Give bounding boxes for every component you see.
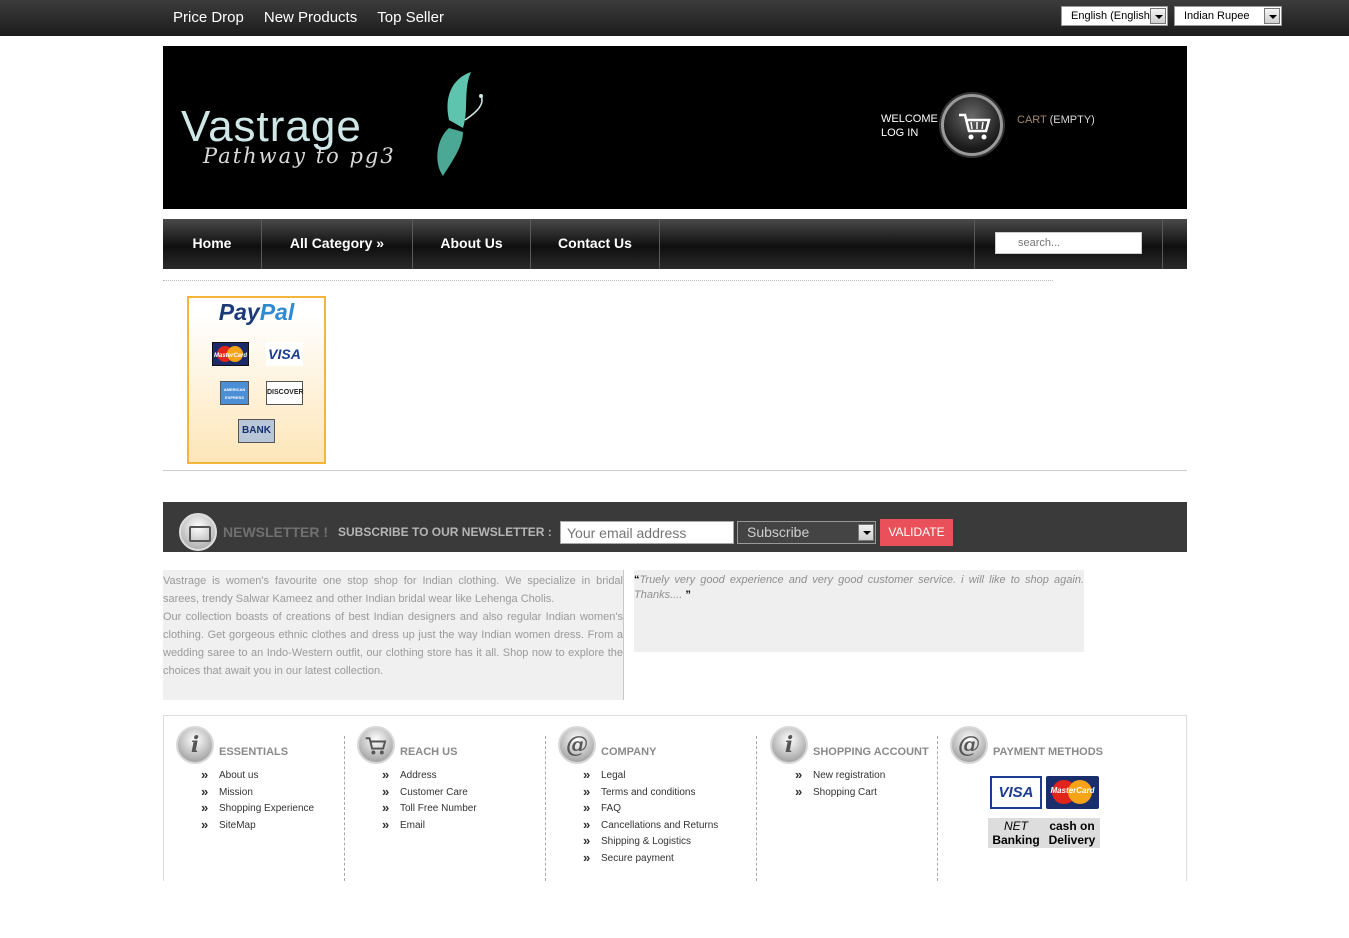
footer-links: New registration Shopping Cart <box>795 767 885 804</box>
site-header: Vastrage Pathway to pg3 WELCOME LOG IN C… <box>163 46 1187 209</box>
main-nav: Home All Category » About Us Contact Us <box>163 219 1187 269</box>
subscribe-select[interactable]: Subscribe <box>737 521 876 544</box>
language-select[interactable]: English (English) <box>1061 6 1168 26</box>
nav-all-category[interactable]: All Category » <box>262 219 413 269</box>
nav-home[interactable]: Home <box>163 219 262 269</box>
footer-link[interactable]: Toll Free Number <box>382 800 477 820</box>
cart-icon <box>959 113 991 140</box>
cart-button[interactable] <box>941 94 1003 156</box>
footer-link[interactable]: Customer Care <box>382 784 477 804</box>
footer-column-company: @ COMPANY Legal Terms and conditions FAQ… <box>558 726 758 881</box>
language-select-value: English (English) <box>1071 10 1154 22</box>
info-icon: i <box>770 726 808 764</box>
bank-icon: BANK <box>238 419 275 443</box>
footer-link[interactable]: Mission <box>201 784 314 804</box>
envelope-icon <box>179 513 217 551</box>
divider <box>545 736 546 881</box>
search-input[interactable] <box>995 232 1142 254</box>
validate-button[interactable]: VALIDATE <box>880 519 953 546</box>
visa-icon: VISA <box>266 342 303 366</box>
footer-column-title: ESSENTIALS <box>219 746 289 758</box>
cart-icon <box>365 737 387 755</box>
footer-column-essentials: i ESSENTIALS About us Mission Shopping E… <box>176 726 346 881</box>
search-box <box>974 219 1163 269</box>
nav-contact-us[interactable]: Contact Us <box>531 219 660 269</box>
footer-link[interactable]: Cancellations and Returns <box>583 817 718 837</box>
mastercard-icon: MasterCard <box>212 342 249 366</box>
footer-link[interactable]: Shopping Cart <box>795 784 885 804</box>
footer-link[interactable]: Shopping Experience <box>201 800 314 820</box>
about-text-block: Vastrage is women's favourite one stop s… <box>163 570 624 700</box>
logo-tagline: Pathway to pg3 <box>203 144 396 168</box>
currency-select-value: Indian Rupee <box>1184 10 1250 22</box>
subscribe-select-value: Subscribe <box>747 524 810 540</box>
footer-link[interactable]: Terms and conditions <box>583 784 718 804</box>
footer-column-title: REACH US <box>400 746 458 758</box>
about-paragraph: Our collection boasts of creations of be… <box>163 611 623 677</box>
currency-select[interactable]: Indian Rupee <box>1174 6 1282 26</box>
welcome-block: WELCOME LOG IN <box>881 112 938 140</box>
footer-links: Legal Terms and conditions FAQ Cancellat… <box>583 767 718 870</box>
footer-link[interactable]: Secure payment <box>583 850 718 870</box>
new-products-link[interactable]: New Products <box>264 9 357 26</box>
testimonial: “Truely very good experience and very go… <box>634 570 1084 652</box>
cash-on-delivery-badge: cash on Delivery <box>1044 818 1100 848</box>
site-logo[interactable]: Vastrage Pathway to pg3 <box>181 72 501 182</box>
top-links: Price Drop New Products Top Seller <box>173 9 444 26</box>
footer-column-title: SHOPPING ACCOUNT <box>813 746 929 758</box>
footer-column-title: COMPANY <box>601 746 657 758</box>
footer-link[interactable]: Shipping & Logistics <box>583 833 718 853</box>
footer-link[interactable]: Email <box>382 817 477 837</box>
divider <box>344 736 345 881</box>
cart-status: (EMPTY) <box>1049 114 1095 126</box>
mastercard-icon: MasterCard <box>1046 776 1099 809</box>
site-footer: i ESSENTIALS About us Mission Shopping E… <box>163 715 1187 881</box>
divider <box>756 736 757 881</box>
footer-links: Address Customer Care Toll Free Number E… <box>382 767 477 837</box>
at-icon: @ <box>558 726 596 764</box>
price-drop-link[interactable]: Price Drop <box>173 9 244 26</box>
chevron-down-icon <box>858 524 874 541</box>
footer-link[interactable]: New registration <box>795 767 885 787</box>
newsletter-email-input[interactable] <box>560 521 734 544</box>
amex-icon: AMERICAN EXPRESS <box>220 381 249 405</box>
about-paragraph: Vastrage is women's favourite one stop s… <box>163 575 623 605</box>
footer-column-reach-us: REACH US Address Customer Care Toll Free… <box>357 726 537 881</box>
top-bar: Price Drop New Products Top Seller Engli… <box>0 0 1349 36</box>
cart-icon <box>357 726 395 764</box>
welcome-text: WELCOME <box>881 113 938 125</box>
close-quote-icon: ” <box>685 589 691 601</box>
login-link[interactable]: LOG IN <box>881 126 938 140</box>
visa-icon: VISA <box>990 776 1042 809</box>
nav-about-us[interactable]: About Us <box>413 219 531 269</box>
newsletter-bar: NEWSLETTER ! SUBSCRIBE TO OUR NEWSLETTER… <box>163 502 1187 552</box>
cart-summary[interactable]: CART (EMPTY) <box>1017 114 1095 126</box>
divider <box>163 470 1187 471</box>
info-icon: i <box>176 726 214 764</box>
newsletter-title: NEWSLETTER ! <box>223 524 328 540</box>
discover-icon: DISCOVER <box>266 381 304 405</box>
footer-links: About us Mission Shopping Experience Sit… <box>201 767 314 837</box>
at-icon: @ <box>950 726 988 764</box>
top-seller-link[interactable]: Top Seller <box>377 9 444 26</box>
chevron-down-icon <box>1264 8 1280 24</box>
chevron-down-icon <box>1150 8 1166 24</box>
testimonial-text: Truely very good experience and very goo… <box>634 574 1084 601</box>
footer-link[interactable]: FAQ <box>583 800 718 820</box>
divider <box>163 280 1053 281</box>
footer-link[interactable]: Address <box>382 767 477 787</box>
footer-link[interactable]: About us <box>201 767 314 787</box>
net-banking-badge: NET Banking <box>988 818 1044 848</box>
paypal-logo: PayPal <box>218 299 295 325</box>
footer-column-payment: @ PAYMENT METHODS VISA MasterCard NET Ba… <box>950 726 1180 881</box>
footer-link[interactable]: Legal <box>583 767 718 787</box>
paypal-badge: PayPal MasterCard VISA AMERICAN EXPRESS … <box>187 296 326 464</box>
cart-label: CART <box>1017 114 1047 126</box>
footer-column-title: PAYMENT METHODS <box>993 746 1104 758</box>
footer-link[interactable]: SiteMap <box>201 817 314 837</box>
newsletter-subtitle: SUBSCRIBE TO OUR NEWSLETTER : <box>338 525 552 539</box>
footer-column-shopping-account: i SHOPPING ACCOUNT New registration Shop… <box>770 726 940 881</box>
divider <box>937 736 938 881</box>
